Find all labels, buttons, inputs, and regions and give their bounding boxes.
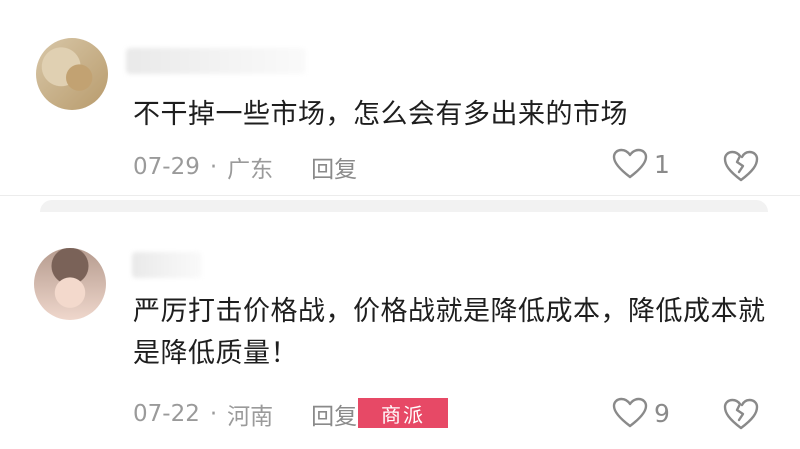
like-button[interactable]: 1 — [612, 148, 670, 180]
comment-meta: 07-22 · 河南 回复 — [133, 397, 357, 431]
like-count: 1 — [654, 149, 670, 179]
reply-button[interactable]: 回复 — [311, 397, 357, 431]
like-count: 9 — [654, 398, 670, 428]
username-blurred[interactable] — [126, 48, 306, 74]
broken-heart-icon[interactable] — [722, 148, 760, 184]
reply-button[interactable]: 回复 — [311, 150, 357, 184]
comment-location: 河南 — [227, 404, 274, 430]
heart-outline-icon — [612, 397, 648, 428]
comment-text: 严厉打击价格战，价格战就是降低成本，降低成本就是降低质量！ — [133, 296, 766, 369]
meta-separator: · — [209, 154, 218, 180]
comment-divider — [0, 195, 800, 196]
broken-heart-icon[interactable] — [722, 396, 760, 432]
avatar[interactable] — [34, 248, 106, 320]
avatar[interactable] — [36, 38, 108, 110]
comment-text: 不干掉一些市场，怎么会有多出来的市场 — [133, 99, 628, 130]
heart-outline-icon — [612, 148, 648, 179]
like-button[interactable]: 9 — [612, 397, 670, 429]
watermark-logo: 商派 — [358, 398, 448, 428]
comment-location: 广东 — [227, 157, 274, 183]
username-blurred[interactable] — [132, 252, 202, 278]
meta-separator: · — [209, 401, 218, 427]
comment-meta: 07-29 · 广东 回复 — [133, 150, 357, 184]
comment-date: 07-22 — [133, 401, 200, 427]
comment-card-top — [40, 200, 768, 212]
comment-date: 07-29 — [133, 154, 200, 180]
